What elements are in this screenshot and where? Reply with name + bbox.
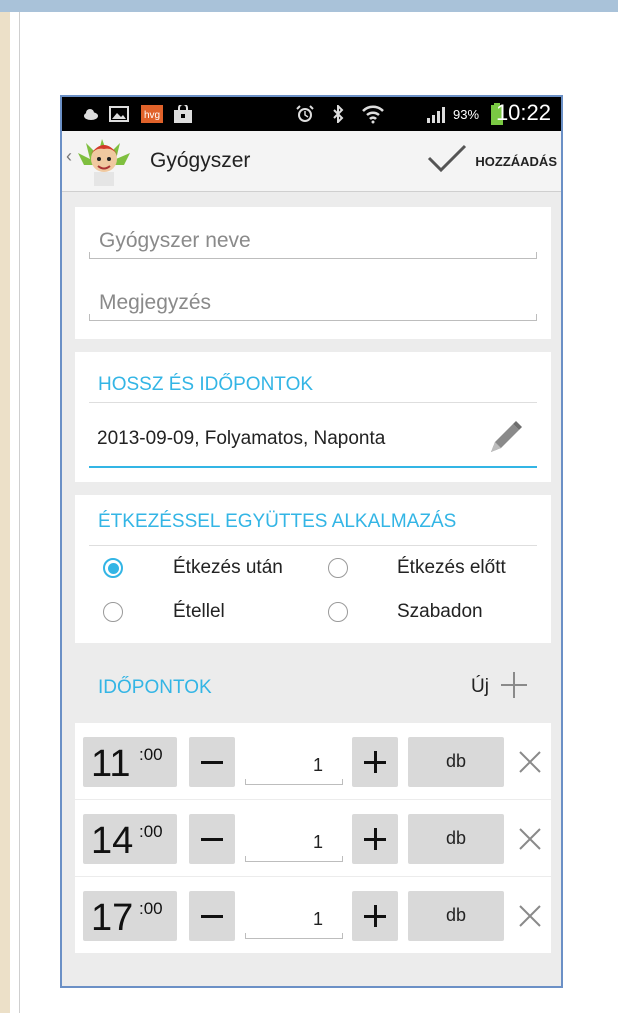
- left-side-strip: [0, 12, 10, 1013]
- times-header: IDŐPONTOK: [98, 677, 212, 698]
- schedule-value[interactable]: 2013-09-09, Folyamatos, Naponta: [97, 428, 385, 450]
- checkmark-icon: [427, 144, 467, 179]
- decrease-quantity-button[interactable]: [189, 891, 235, 941]
- before-meal-label[interactable]: Étkezés előtt: [397, 557, 506, 579]
- delete-time-icon[interactable]: [515, 824, 545, 854]
- increase-quantity-button[interactable]: [352, 737, 398, 787]
- back-chevron-icon[interactable]: ‹: [66, 146, 72, 167]
- time-minute: :00: [139, 745, 163, 764]
- schedule-card: HOSSZ ÉS IDŐPONTOK 2013-09-09, Folyamato…: [75, 352, 551, 482]
- meal-timing-header: ÉTKEZÉSSEL EGYÜTTES ALKALMAZÁS: [98, 511, 457, 532]
- note-field[interactable]: Megjegyzés: [89, 291, 537, 321]
- new-time-label: Új: [471, 676, 489, 697]
- pencil-icon[interactable]: [485, 418, 525, 458]
- radio-anytime[interactable]: [328, 602, 348, 622]
- schedule-divider: [89, 402, 537, 403]
- time-row: 11 :00 1 db: [75, 723, 551, 799]
- meal-options-row-2: Étellel Szabadon: [75, 601, 551, 633]
- quantity-value: 1: [312, 909, 323, 929]
- plus-icon: [499, 670, 529, 705]
- meal-timing-divider: [89, 545, 537, 546]
- with-meal-label[interactable]: Étellel: [173, 601, 225, 623]
- meal-options-row-1: Étkezés után Étkezés előtt: [75, 557, 551, 589]
- delete-time-icon[interactable]: [515, 901, 545, 931]
- app-logo-icon[interactable]: [76, 135, 132, 187]
- page-title: Gyógyszer: [150, 149, 251, 172]
- quantity-field[interactable]: 1: [245, 737, 343, 787]
- unit-label: db: [445, 751, 467, 771]
- phone-screen: hvg 93% 10:22 ‹ Gyógyszer HOZZÁADÁS Gyóg…: [60, 95, 563, 988]
- unit-button[interactable]: db: [408, 737, 504, 787]
- meal-timing-card: ÉTKEZÉSSEL EGYÜTTES ALKALMAZÁS Étkezés u…: [75, 495, 551, 643]
- hvg-icon-text: hvg: [144, 110, 160, 121]
- add-button-label: HOZZÁADÁS: [475, 153, 557, 169]
- after-meal-label[interactable]: Étkezés után: [173, 557, 283, 579]
- hvg-app-icon: hvg: [140, 104, 164, 124]
- battery-percent: 93%: [453, 107, 480, 122]
- radio-before-meal[interactable]: [328, 558, 348, 578]
- time-hour: 11: [91, 743, 131, 785]
- time-row: 17 :00 1 db: [75, 877, 551, 953]
- time-minute: :00: [139, 822, 163, 841]
- action-bar: ‹ Gyógyszer HOZZÁADÁS: [62, 131, 561, 192]
- radio-after-meal[interactable]: [103, 558, 123, 578]
- new-time-button[interactable]: Új: [471, 669, 529, 705]
- anytime-label[interactable]: Szabadon: [397, 601, 483, 623]
- time-picker-button[interactable]: 17 :00: [83, 891, 177, 941]
- image-icon: [108, 104, 130, 124]
- window-top-bar: [0, 0, 618, 12]
- status-bar: hvg 93% 10:22: [62, 97, 561, 131]
- delete-time-icon[interactable]: [515, 747, 545, 777]
- time-minute: :00: [139, 899, 163, 918]
- time-picker-button[interactable]: 11 :00: [83, 737, 177, 787]
- decrease-quantity-button[interactable]: [189, 814, 235, 864]
- time-picker-button[interactable]: 14 :00: [83, 814, 177, 864]
- medicine-name-underline: [89, 252, 537, 259]
- unit-label: db: [445, 905, 467, 925]
- quantity-field[interactable]: 1: [245, 891, 343, 941]
- unit-button[interactable]: db: [408, 814, 504, 864]
- radio-with-meal[interactable]: [103, 602, 123, 622]
- quantity-value: 1: [312, 755, 323, 775]
- cloud-icon: [82, 104, 100, 124]
- note-placeholder: Megjegyzés: [99, 291, 212, 314]
- unit-label: db: [445, 828, 467, 848]
- bluetooth-icon: [330, 104, 346, 124]
- quantity-underline: [245, 933, 343, 939]
- time-row: 14 :00 1 db: [75, 800, 551, 876]
- medicine-name-placeholder: Gyógyszer neve: [99, 229, 251, 252]
- medicine-info-card: Gyógyszer neve Megjegyzés: [75, 207, 551, 339]
- status-time: 10:22: [495, 100, 551, 125]
- unit-button[interactable]: db: [408, 891, 504, 941]
- wifi-icon: [360, 104, 386, 124]
- quantity-field[interactable]: 1: [245, 814, 343, 864]
- schedule-header: HOSSZ ÉS IDŐPONTOK: [98, 374, 314, 395]
- signal-icon: [424, 104, 450, 124]
- increase-quantity-button[interactable]: [352, 891, 398, 941]
- time-hour: 17: [91, 897, 134, 939]
- shopping-bag-icon: [172, 104, 194, 124]
- quantity-underline: [245, 779, 343, 785]
- medicine-name-field[interactable]: Gyógyszer neve: [89, 229, 537, 259]
- quantity-value: 1: [312, 832, 323, 852]
- add-button[interactable]: HOZZÁADÁS: [427, 141, 557, 181]
- note-underline: [89, 314, 537, 321]
- increase-quantity-button[interactable]: [352, 814, 398, 864]
- schedule-underline: [89, 466, 537, 468]
- alarm-icon: [294, 104, 316, 124]
- time-hour: 14: [91, 820, 134, 862]
- quantity-underline: [245, 856, 343, 862]
- decrease-quantity-button[interactable]: [189, 737, 235, 787]
